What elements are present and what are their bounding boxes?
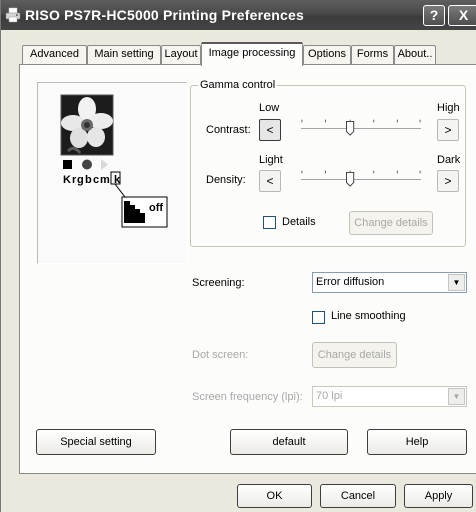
density-slider[interactable] <box>293 167 429 187</box>
screening-label: Screening: <box>192 277 245 289</box>
density-label: Density: <box>206 174 246 186</box>
title-bar[interactable]: RISO PS7R-HC5000 Printing Preferences ? … <box>1 0 476 30</box>
preview-area: K r g b c m k off <box>37 82 187 264</box>
window-title: RISO PS7R-HC5000 Printing Preferences <box>25 7 304 23</box>
screening-value: Error diffusion <box>316 276 385 288</box>
screening-dropdown[interactable]: Error diffusion ▼ <box>312 272 467 293</box>
help-button[interactable]: Help <box>367 429 467 455</box>
light-swatch-icon <box>101 159 108 170</box>
density-slider-thumb[interactable] <box>346 172 355 187</box>
gamma-control-title: Gamma control <box>198 79 278 91</box>
line-smoothing-label: Line smoothing <box>331 310 406 322</box>
printing-preferences-dialog: RISO PS7R-HC5000 Printing Preferences ? … <box>0 0 476 512</box>
contrast-decrease-button[interactable]: < <box>259 119 281 141</box>
ok-button[interactable]: OK <box>237 484 312 508</box>
dot-screen-label: Dot screen: <box>192 349 249 361</box>
screen-frequency-dropdown[interactable]: 70 lpi ▼ <box>312 386 467 407</box>
printer-icon <box>5 7 21 23</box>
gamma-change-details-button[interactable]: Change details <box>349 211 433 235</box>
image-processing-panel: K r g b c m k off Gamma control Low High… <box>19 64 476 474</box>
black-swatch-icon <box>63 160 72 169</box>
contrast-slider-thumb[interactable] <box>346 121 355 136</box>
line-smoothing-inset: off <box>121 196 168 228</box>
svg-text:b: b <box>85 174 92 186</box>
tab-forms[interactable]: Forms <box>351 45 394 65</box>
svg-text:off: off <box>149 202 163 214</box>
contrast-slider[interactable] <box>293 116 429 136</box>
tab-layout[interactable]: Layout <box>161 45 201 65</box>
default-button[interactable]: default <box>230 429 348 455</box>
contrast-increase-button[interactable]: > <box>437 119 459 141</box>
gamma-control-group: Gamma control Low High Contrast: < > Lig… <box>190 79 466 247</box>
details-label: Details <box>282 216 316 228</box>
tab-strip: Advanced Main setting Layout Image proce… <box>1 42 476 66</box>
density-dark-label: Dark <box>437 154 461 166</box>
cancel-button[interactable]: Cancel <box>320 484 396 508</box>
tab-options[interactable]: Options <box>303 45 351 65</box>
flower-image <box>60 94 114 156</box>
tab-about[interactable]: About.. <box>394 45 436 65</box>
density-light-label: Light <box>259 154 283 166</box>
contrast-high-label: High <box>437 102 460 114</box>
density-decrease-button[interactable]: < <box>259 170 281 192</box>
help-title-button[interactable]: ? <box>423 5 445 26</box>
contrast-low-label: Low <box>259 102 280 114</box>
density-increase-button[interactable]: > <box>437 170 459 192</box>
special-setting-button[interactable]: Special setting <box>36 429 156 455</box>
line-smoothing-checkbox[interactable] <box>312 311 325 324</box>
chevron-down-icon[interactable]: ▼ <box>448 274 465 291</box>
preview-illustration: K r g b c m k off <box>60 94 168 228</box>
details-checkbox[interactable] <box>263 216 276 229</box>
dot-screen-change-details-button[interactable]: Change details <box>312 342 397 368</box>
tab-advanced[interactable]: Advanced <box>22 45 87 65</box>
tab-image-processing[interactable]: Image processing <box>201 42 303 66</box>
svg-text:K: K <box>63 174 71 186</box>
close-title-button[interactable]: X <box>448 5 476 26</box>
svg-text:g: g <box>77 174 84 186</box>
tab-main-setting[interactable]: Main setting <box>87 45 161 65</box>
svg-text:m: m <box>100 174 110 186</box>
gray-swatch-icon <box>82 159 92 170</box>
chevron-down-icon[interactable]: ▼ <box>448 388 465 405</box>
screen-frequency-label: Screen frequency (lpi): <box>192 391 303 403</box>
screen-frequency-value: 70 lpi <box>316 390 343 402</box>
apply-button[interactable]: Apply <box>404 484 473 508</box>
contrast-label: Contrast: <box>206 124 251 136</box>
svg-text:c: c <box>93 174 99 186</box>
